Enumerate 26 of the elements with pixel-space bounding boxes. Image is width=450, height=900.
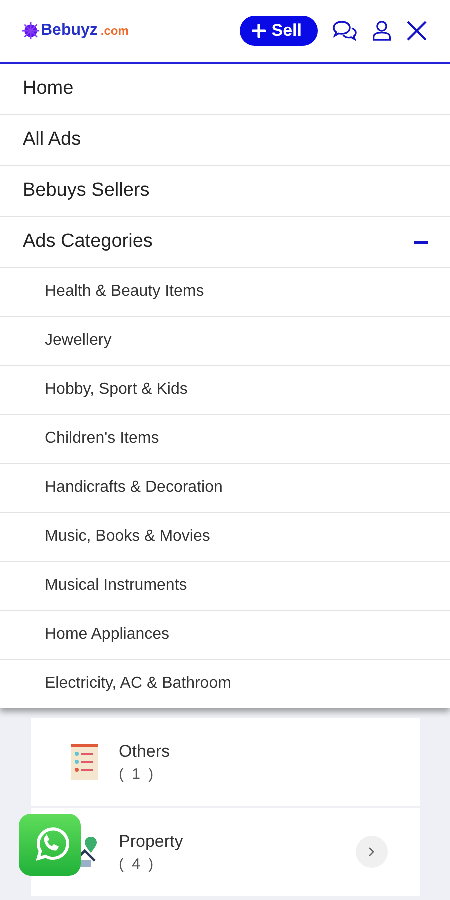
menu-item[interactable]: Bebuys Sellers: [0, 166, 450, 217]
sell-button[interactable]: Sell: [240, 16, 318, 46]
menu-item[interactable]: All Ads: [0, 115, 450, 166]
chat-icon[interactable]: [332, 20, 358, 42]
list-icon: [70, 743, 100, 781]
plus-icon: [252, 24, 266, 38]
category-count: ( 1 ): [119, 766, 157, 782]
submenu-item[interactable]: Jewellery: [0, 317, 450, 366]
submenu-item[interactable]: Electricity, AC & Bathroom: [0, 660, 450, 708]
submenu-item[interactable]: Health & Beauty Items: [0, 268, 450, 317]
submenu-item[interactable]: Children's Items: [0, 415, 450, 464]
user-icon[interactable]: [372, 20, 392, 42]
category-name: Others: [119, 742, 172, 762]
submenu-item[interactable]: Home Appliances: [0, 611, 450, 660]
menu-item[interactable]: Home: [0, 64, 450, 115]
category-count: ( 4 ): [119, 856, 157, 872]
logo-icon: [22, 22, 40, 40]
submenu-item[interactable]: Handicrafts & Decoration: [0, 464, 450, 513]
menu-item[interactable]: Ads Categories: [0, 217, 450, 268]
close-icon[interactable]: [406, 20, 428, 42]
submenu-item[interactable]: Music, Books & Movies: [0, 513, 450, 562]
logo-name[interactable]: Bebuyz: [41, 22, 98, 40]
submenu-item[interactable]: Hobby, Sport & Kids: [0, 366, 450, 415]
submenu-item[interactable]: Musical Instruments: [0, 562, 450, 611]
whatsapp-icon[interactable]: [19, 814, 81, 876]
category-name: Property: [119, 832, 184, 852]
